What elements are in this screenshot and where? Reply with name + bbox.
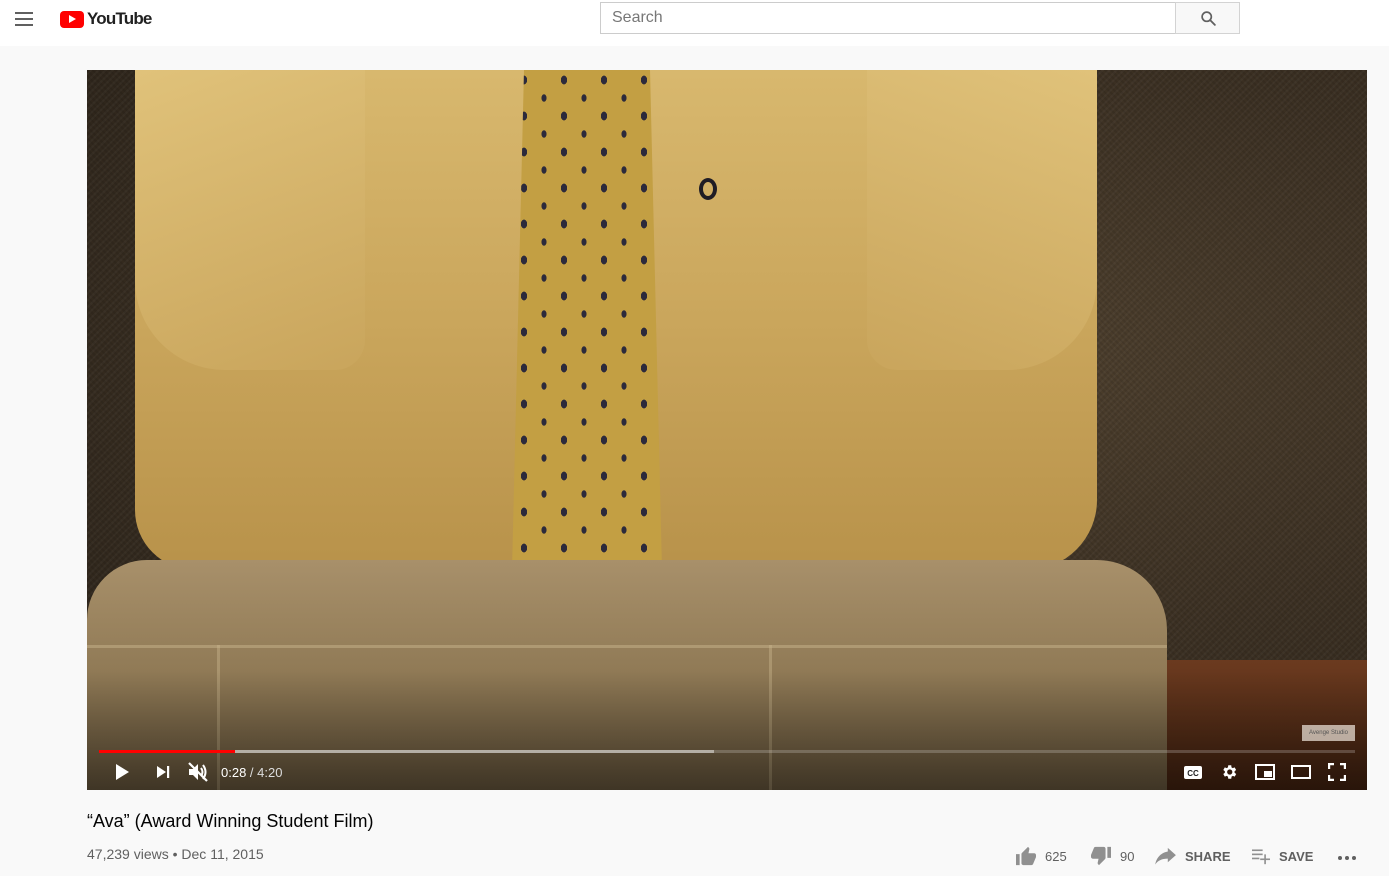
theater-mode-button[interactable] <box>1283 754 1319 790</box>
thumbs-down-icon <box>1091 846 1111 866</box>
playlist-add-icon <box>1252 849 1270 865</box>
cc-icon: CC <box>1184 765 1202 779</box>
video-title: “Ava” (Award Winning Student Film) <box>87 811 374 831</box>
captions-button[interactable]: CC <box>1175 754 1211 790</box>
share-button[interactable]: SHARE <box>1155 844 1231 868</box>
channel-watermark[interactable]: Avenge Studio <box>1302 725 1355 741</box>
volume-muted-icon <box>188 762 208 782</box>
svg-text:CC: CC <box>1187 769 1199 778</box>
upload-date: Dec 11, 2015 <box>181 846 264 862</box>
progress-played <box>99 750 236 753</box>
search-box <box>600 2 1176 34</box>
thumbs-up-icon <box>1016 846 1036 866</box>
youtube-logo[interactable]: YouTube <box>60 8 152 30</box>
like-button[interactable]: 625 <box>1015 844 1067 868</box>
dislike-count: 90 <box>1120 848 1135 864</box>
next-button[interactable] <box>145 754 181 790</box>
like-count: 625 <box>1045 848 1067 864</box>
dislike-button[interactable]: 90 <box>1090 844 1134 868</box>
video-player[interactable]: Avenge Studio 0:28 / 4:20 CC <box>87 70 1367 790</box>
theater-icon <box>1291 765 1311 779</box>
play-icon <box>116 764 129 780</box>
save-label: SAVE <box>1279 848 1314 864</box>
settings-button[interactable] <box>1211 754 1247 790</box>
time-display: 0:28 / 4:20 <box>221 765 282 780</box>
play-button[interactable] <box>104 754 140 790</box>
youtube-play-icon <box>60 10 84 28</box>
next-icon <box>157 766 170 778</box>
fullscreen-icon <box>1328 763 1346 781</box>
player-controls: 0:28 / 4:20 CC <box>87 754 1367 790</box>
menu-icon[interactable] <box>10 6 40 32</box>
more-actions-button[interactable] <box>1335 844 1359 868</box>
search-button[interactable] <box>1175 2 1240 34</box>
miniplayer-icon <box>1255 764 1275 780</box>
current-time: 0:28 <box>221 765 247 780</box>
more-horizontal-icon <box>1338 856 1356 860</box>
masthead: YouTube <box>0 0 1389 46</box>
save-button[interactable]: SAVE <box>1251 844 1313 868</box>
share-label: SHARE <box>1185 848 1231 864</box>
progress-bar[interactable] <box>99 750 1355 753</box>
miniplayer-button[interactable] <box>1247 754 1283 790</box>
mute-button[interactable] <box>180 754 216 790</box>
time-separator: / <box>246 765 258 780</box>
duration: 4:20 <box>257 765 283 780</box>
video-frame <box>87 70 1367 790</box>
logo-text: YouTube <box>87 9 152 28</box>
video-meta: 47,239 views • Dec 11, 2015 <box>87 846 264 862</box>
search-icon <box>1201 11 1216 26</box>
fullscreen-button[interactable] <box>1319 754 1355 790</box>
search-input[interactable] <box>601 3 1176 33</box>
meta-separator: • <box>168 846 182 862</box>
view-count: 47,239 views <box>87 846 169 862</box>
share-arrow-icon <box>1155 847 1176 865</box>
gear-icon <box>1223 765 1237 779</box>
